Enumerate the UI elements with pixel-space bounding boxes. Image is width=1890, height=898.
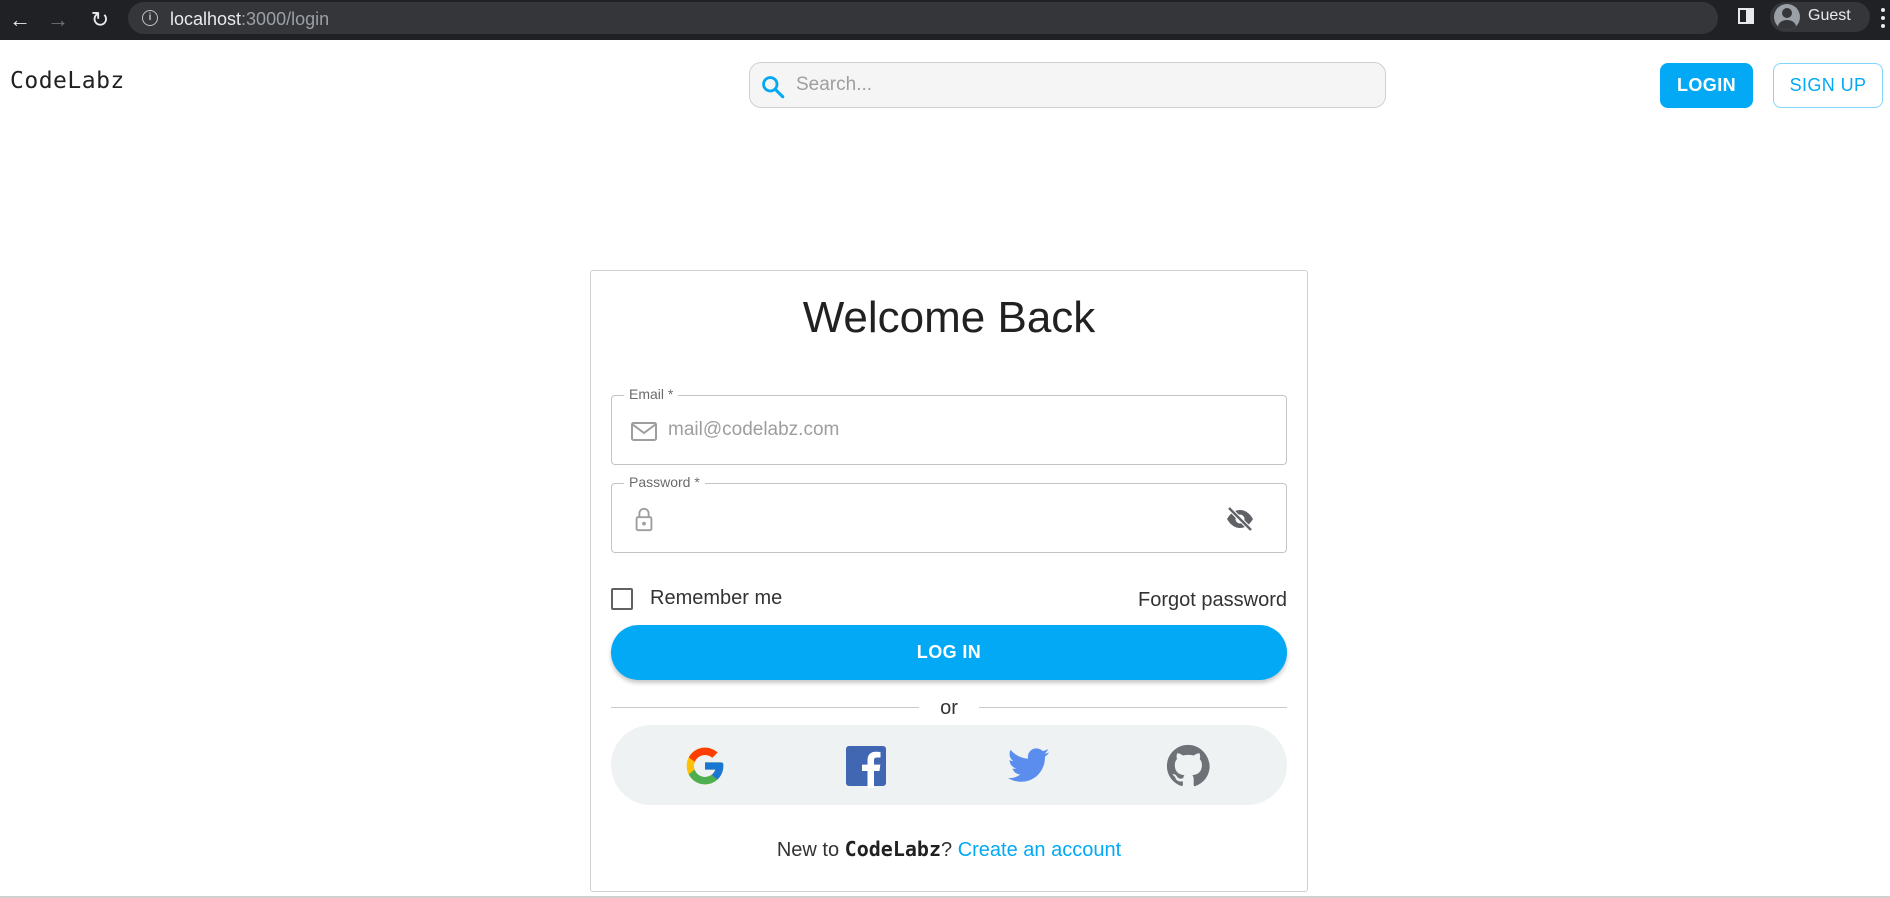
lock-icon [635,507,653,532]
profile-button[interactable]: Guest [1770,2,1870,32]
reload-icon[interactable]: ↻ [86,6,114,34]
footer-qmark: ? [941,839,953,861]
google-icon[interactable] [683,744,727,788]
search-icon [762,76,785,99]
email-field: Email * [611,386,1287,465]
login-button[interactable]: LOGIN [1660,63,1753,108]
site-info-icon[interactable]: i [142,10,158,26]
forgot-password-link[interactable]: Forgot password [1138,589,1287,612]
divider-text: or [940,697,958,719]
signup-prompt-text: New to [776,839,845,861]
social-login-bar [611,725,1287,805]
search-bar [749,62,1386,108]
password-field: Password * [611,474,1287,553]
mail-icon [631,422,657,441]
github-icon[interactable] [1166,744,1210,788]
log-in-button[interactable]: LOG IN [611,625,1287,680]
profile-name: Guest [1808,7,1851,24]
signup-button[interactable]: SIGN UP [1773,63,1883,108]
remember-me[interactable]: Remember me [611,587,782,610]
remember-checkbox[interactable] [611,587,633,610]
browser-toolbar: ← → ↻ i localhost:3000/login Guest [0,0,1890,40]
visibility-off-icon[interactable] [1224,505,1256,533]
url-path: :3000/login [241,9,330,29]
remember-label: Remember me [650,587,783,609]
divider-line-right [979,707,1287,708]
profile-avatar-icon [1774,4,1800,30]
address-bar[interactable]: i localhost:3000/login [128,2,1718,34]
forward-arrow-icon[interactable]: → [44,6,72,34]
back-arrow-icon[interactable]: ← [6,6,34,34]
create-account-link[interactable]: Create an account [958,839,1121,861]
or-divider: or [611,697,1287,719]
address-url[interactable]: localhost:3000/login [170,9,329,30]
side-panel-icon[interactable] [1738,8,1754,24]
footer-brand: CodeLabz [844,837,941,861]
search-input[interactable] [796,63,1376,107]
browser-menu-icon[interactable] [1880,8,1886,28]
signup-prompt: New to CodeLabz? Create an account [591,837,1307,862]
password-input[interactable] [668,484,1228,552]
url-host: localhost [170,9,242,29]
facebook-icon[interactable] [844,744,888,788]
login-card: Welcome Back Email * Password * Remember… [590,270,1308,892]
twitter-icon[interactable] [1007,744,1051,788]
page-title: Welcome Back [802,293,1096,342]
email-input[interactable] [668,396,1228,464]
brand-logo[interactable]: CodeLabz [10,68,125,94]
